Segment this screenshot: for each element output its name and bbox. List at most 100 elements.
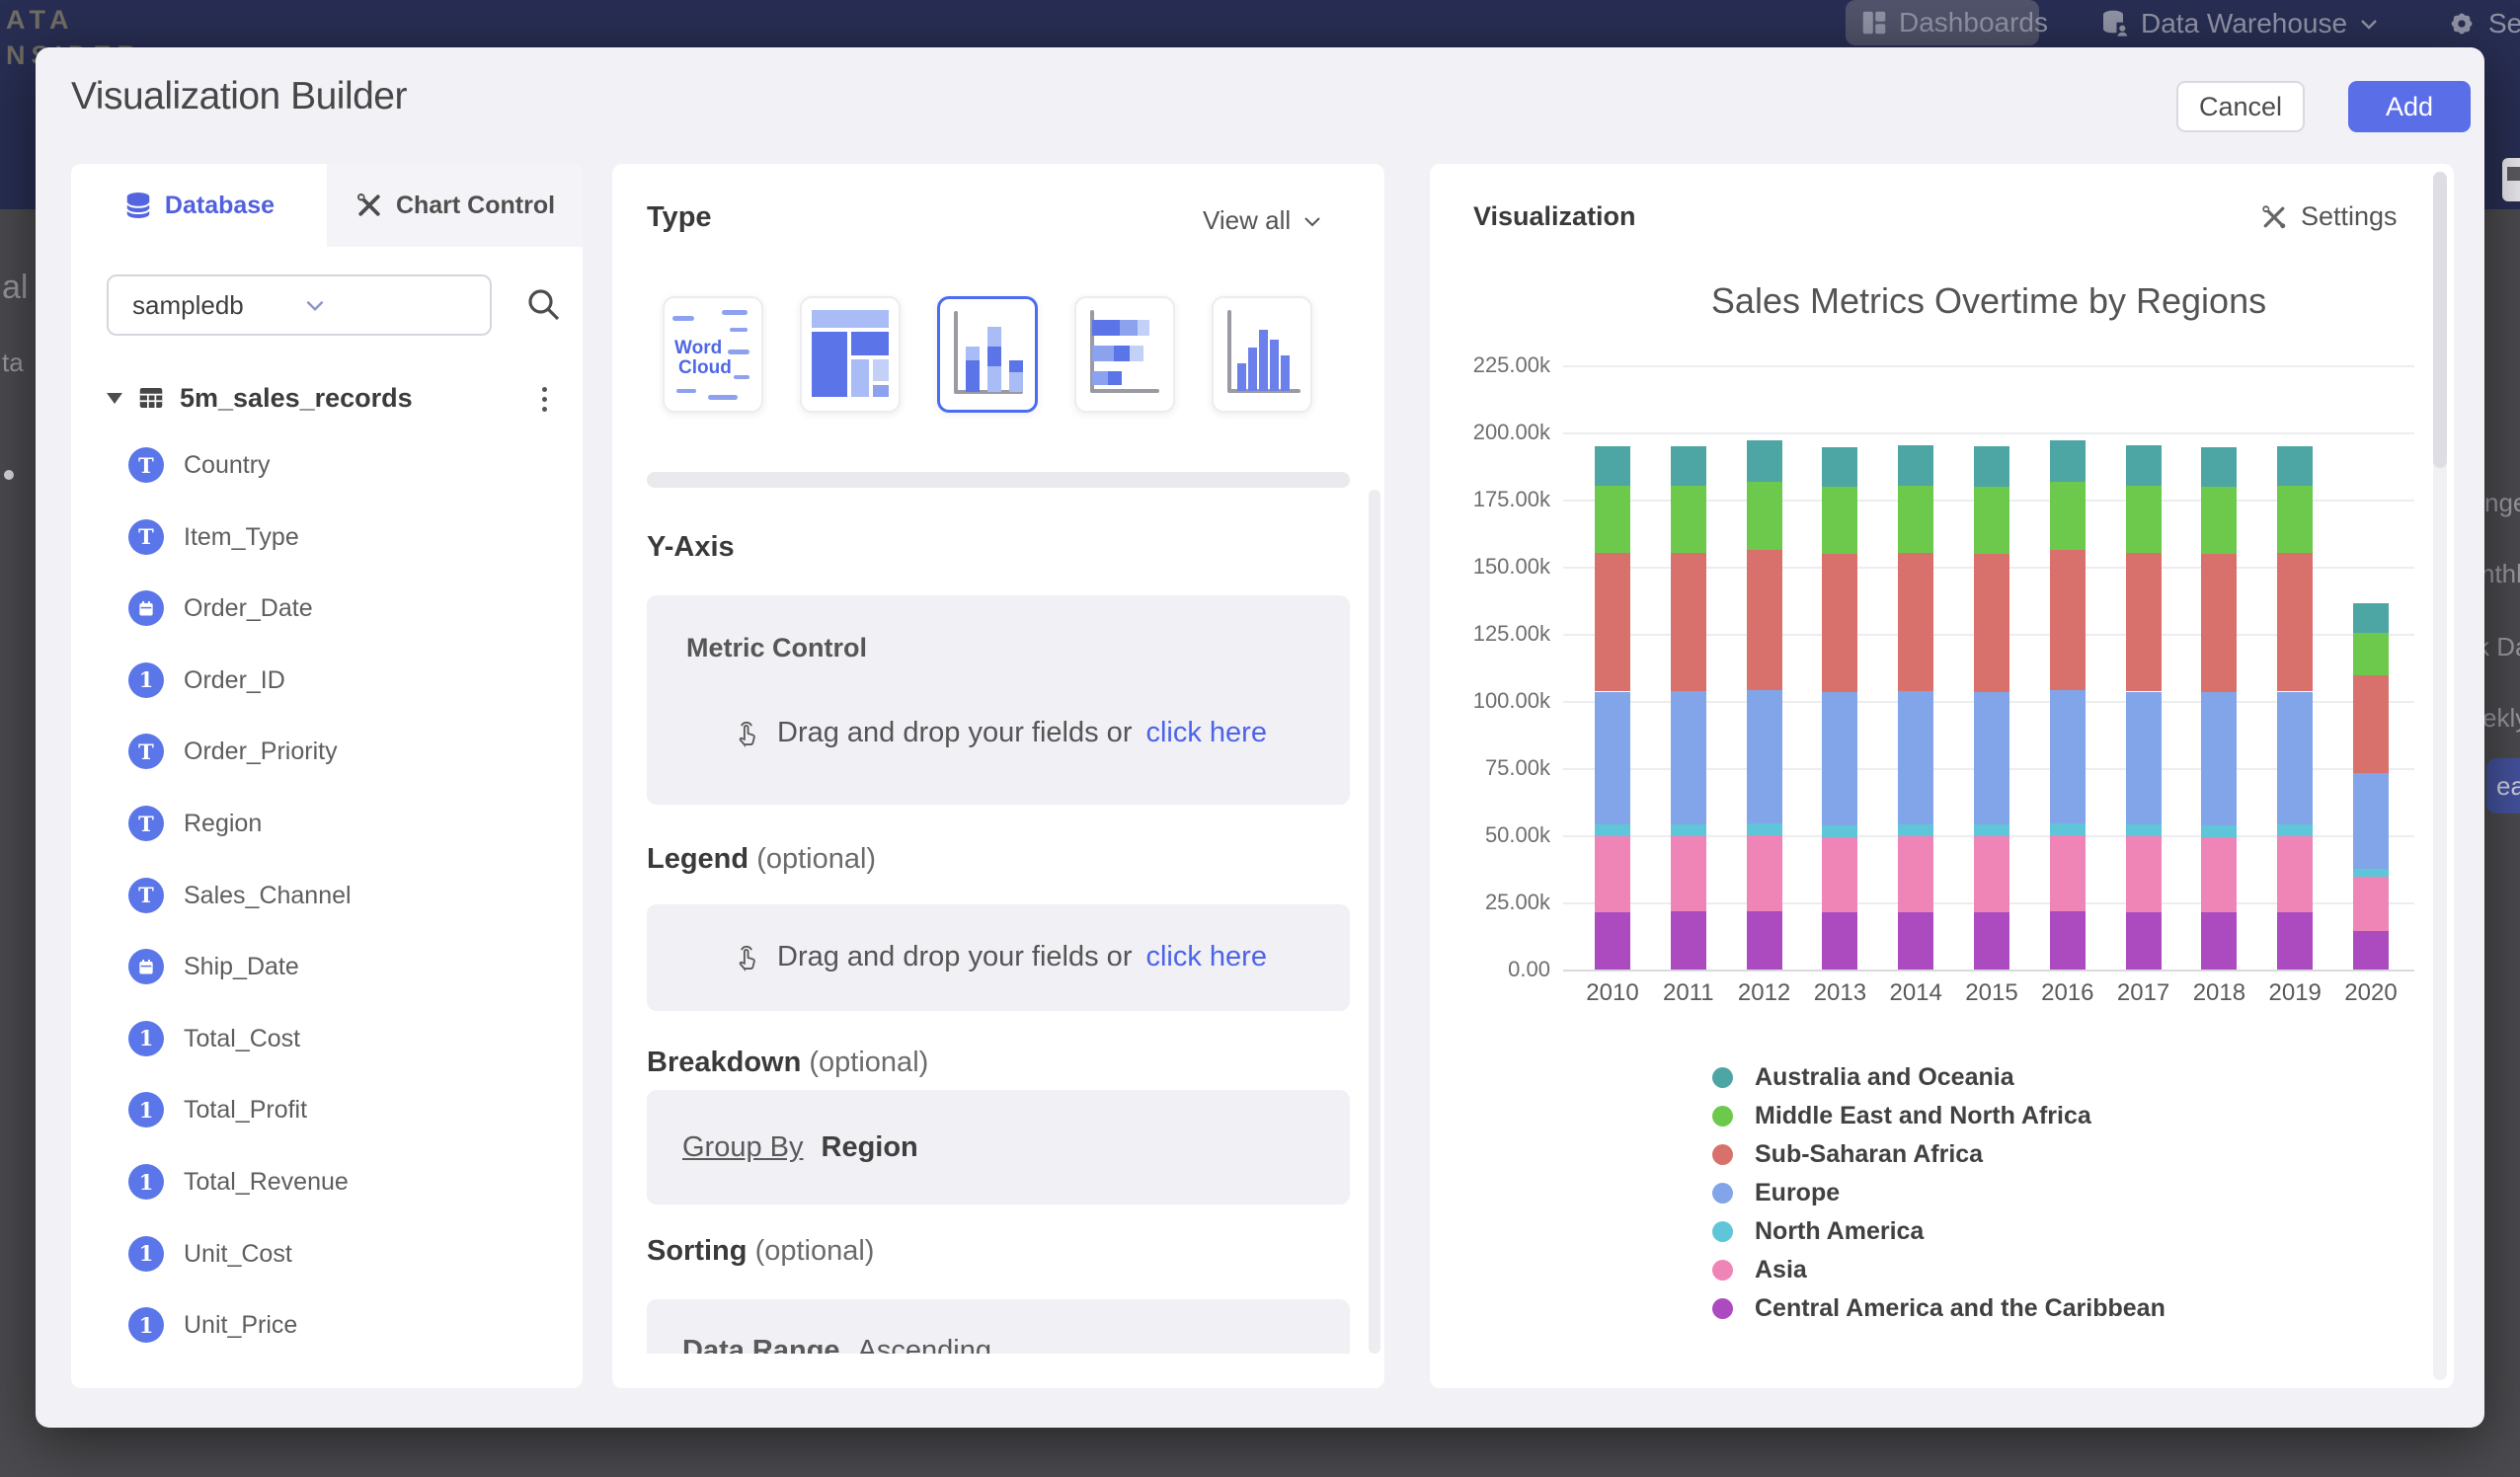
bg-fragment: nge xyxy=(2484,488,2520,518)
search-icon[interactable] xyxy=(523,284,563,324)
group-by-value[interactable]: Region xyxy=(822,1131,918,1164)
chart-type-stacked-bar[interactable] xyxy=(1074,296,1175,413)
bar-segment xyxy=(1747,440,1782,482)
field-item-unit_price[interactable]: 1Unit_Price xyxy=(71,1304,583,1348)
group-by-label[interactable]: Group By xyxy=(682,1131,804,1164)
bar-segment xyxy=(2050,835,2086,911)
visualization-panel: Visualization Settings Sales Metrics Ove… xyxy=(1430,164,2454,1388)
screen: { "background": { "logo_line1": "ATA", "… xyxy=(0,0,2520,1477)
cancel-button[interactable]: Cancel xyxy=(2176,81,2305,132)
tab-chart-control[interactable]: Chart Control xyxy=(327,164,583,247)
bar-segment xyxy=(1671,691,1706,823)
database-select[interactable]: sampledb xyxy=(107,274,492,336)
visualization-scrollbar-thumb[interactable] xyxy=(2433,172,2447,468)
bg-fragment: ta xyxy=(2,348,24,378)
type-row-scrollbar[interactable] xyxy=(647,472,1350,488)
chart-type-stacked-column[interactable] xyxy=(937,296,1038,413)
bg-bullet-dot xyxy=(4,470,14,480)
chart-type-word-cloud[interactable]: Word Cloud xyxy=(663,296,763,413)
field-item-unit_cost[interactable]: 1Unit_Cost xyxy=(71,1233,583,1277)
bar-segment xyxy=(2050,823,2086,835)
number-field-icon: 1 xyxy=(128,1236,164,1272)
metric-drop-zone[interactable]: Drag and drop your fields or click here xyxy=(647,716,1350,749)
tap-hand-icon xyxy=(730,716,763,749)
legend-label: Australia and Oceania xyxy=(1755,1063,2014,1092)
legend-dot xyxy=(1712,1298,1733,1319)
database-select-value: sampledb xyxy=(132,290,302,321)
bar-segment xyxy=(1974,836,2009,911)
field-label: Ship_Date xyxy=(184,953,299,981)
x-axis-label: 2013 xyxy=(1802,979,1877,1007)
bg-fragment: al xyxy=(2,269,28,307)
bar-segment xyxy=(2126,824,2162,836)
bar-segment xyxy=(2277,824,2313,836)
bar-segment xyxy=(1974,446,2009,487)
field-item-country[interactable]: TCountry xyxy=(71,444,583,488)
nav-settings[interactable]: Settin xyxy=(2445,7,2520,40)
field-item-item_type[interactable]: TItem_Type xyxy=(71,516,583,560)
bar-segment xyxy=(1747,550,1782,689)
number-field-icon: 1 xyxy=(128,1092,164,1127)
click-here-link[interactable]: click here xyxy=(1145,717,1267,749)
bar-segment xyxy=(2353,675,2389,773)
bar-segment xyxy=(1671,486,1706,553)
y-tick-label: 25.00k xyxy=(1430,890,1550,915)
field-item-total_revenue[interactable]: 1Total_Revenue xyxy=(71,1161,583,1205)
click-here-link[interactable]: click here xyxy=(1145,941,1267,973)
chart-type-treemap[interactable] xyxy=(800,296,901,413)
bar-segment xyxy=(1595,486,1630,553)
field-item-sales_channel[interactable]: TSales_Channel xyxy=(71,875,583,918)
field-item-total_cost[interactable]: 1Total_Cost xyxy=(71,1018,583,1061)
chart-type-histogram[interactable] xyxy=(1212,296,1312,413)
bar-segment xyxy=(1822,447,1857,487)
bar-segment xyxy=(1974,554,2009,692)
legend-label: North America xyxy=(1755,1217,1924,1246)
bar-segment xyxy=(1822,912,1857,970)
bar-segment xyxy=(1595,836,1630,911)
bar-segment xyxy=(1747,911,1782,970)
x-axis-label: 2016 xyxy=(2030,979,2105,1007)
field-item-order_id[interactable]: 1Order_ID xyxy=(71,660,583,703)
gridline xyxy=(1563,432,2414,434)
tab-database[interactable]: Database xyxy=(71,164,327,247)
nav-dashboards[interactable]: Dashboards xyxy=(1846,0,2039,45)
bar-segment xyxy=(1822,692,1857,824)
caret-down-icon[interactable] xyxy=(107,393,122,404)
bar-segment xyxy=(2201,837,2237,912)
bar-segment xyxy=(1898,836,1933,911)
table-name: 5m_sales_records xyxy=(180,383,413,414)
field-item-total_profit[interactable]: 1Total_Profit xyxy=(71,1089,583,1132)
view-all-button[interactable]: View all xyxy=(1203,205,1324,236)
builder-scrollbar[interactable] xyxy=(1369,490,1380,1354)
bar-segment xyxy=(2126,445,2162,486)
y-tick-label: 0.00 xyxy=(1430,957,1550,982)
field-item-order_date[interactable]: Order_Date xyxy=(71,587,583,631)
bg-year-button: ear xyxy=(2486,758,2520,814)
bar-segment xyxy=(1974,824,2009,836)
table-tree-header[interactable]: 5m_sales_records xyxy=(95,379,559,419)
field-item-order_priority[interactable]: TOrder_Priority xyxy=(71,731,583,774)
bar-segment xyxy=(1822,554,1857,692)
add-button[interactable]: Add xyxy=(2348,81,2471,132)
x-axis-label: 2017 xyxy=(2106,979,2181,1007)
nav-data-warehouse[interactable]: Data Warehouse xyxy=(2099,8,2381,39)
bar-segment xyxy=(2277,692,2313,825)
legend-drop-zone[interactable]: Drag and drop your fields or click here xyxy=(647,940,1350,973)
bar-segment xyxy=(1595,446,1630,487)
bar-segment xyxy=(1898,553,1933,691)
visualization-builder-modal: Visualization Builder Cancel Add Databas… xyxy=(36,47,2484,1428)
chart-settings-button[interactable]: Settings xyxy=(2259,201,2398,232)
kebab-menu-icon[interactable] xyxy=(529,381,559,417)
bar-segment xyxy=(2126,486,2162,553)
text-field-icon: T xyxy=(128,447,164,483)
y-tick-label: 125.00k xyxy=(1430,621,1550,647)
field-item-ship_date[interactable]: Ship_Date xyxy=(71,946,583,989)
x-axis-label: 2019 xyxy=(2257,979,2332,1007)
crossed-tools-icon xyxy=(2259,202,2289,232)
data-warehouse-icon xyxy=(2099,8,2131,39)
breakdown-card[interactable]: Group By Region xyxy=(647,1090,1350,1205)
legend-label: Central America and the Caribbean xyxy=(1755,1294,2166,1323)
bar-segment xyxy=(2201,487,2237,554)
field-item-region[interactable]: TRegion xyxy=(71,803,583,846)
y-tick-label: 50.00k xyxy=(1430,822,1550,848)
